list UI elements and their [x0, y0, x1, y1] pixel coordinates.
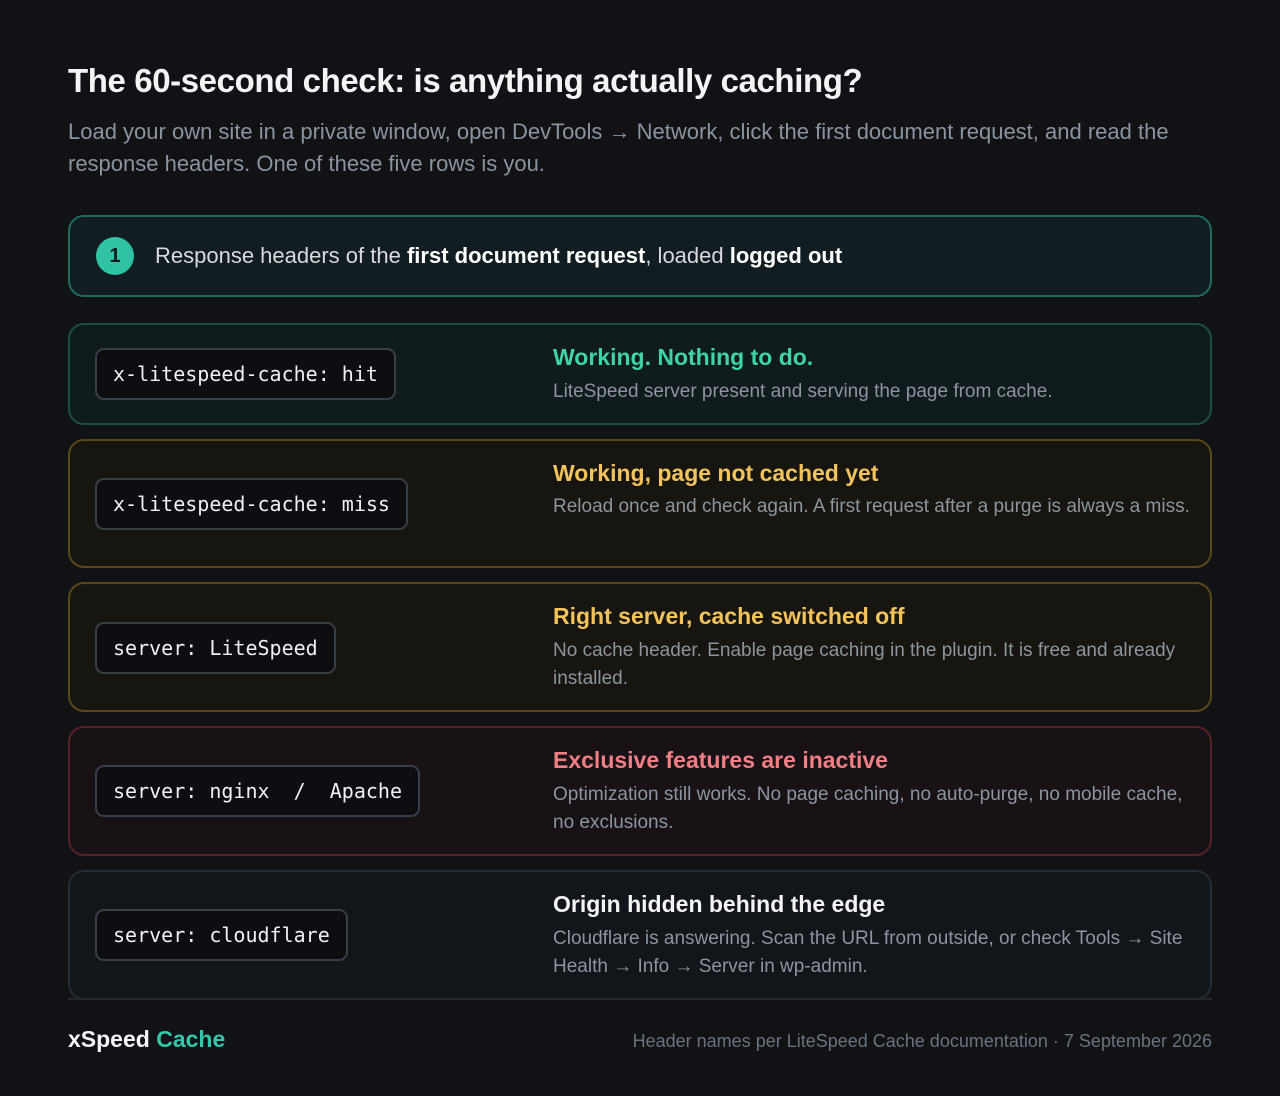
result-heading: Origin hidden behind the edge — [553, 891, 886, 917]
result-heading: Working. Nothing to do. — [553, 344, 814, 370]
page: The 60-second check: is anything actuall… — [0, 0, 1280, 1096]
footer-divider — [68, 998, 1212, 1000]
brand-name: xSpeed — [68, 1026, 150, 1052]
result-heading: Right server, cache switched off — [553, 603, 905, 629]
step-number-badge: 1 — [96, 237, 134, 275]
page-subtitle: Load your own site in a private window, … — [68, 119, 1169, 176]
page-title: The 60-second check: is anything actuall… — [68, 62, 863, 99]
step-text-part: , loaded — [645, 243, 730, 268]
result-row-miss: x-litespeed-cache: miss Working, page no… — [68, 439, 1212, 568]
step-bold-logged-out: logged out — [729, 243, 843, 268]
result-description: Reload once and check again. A first req… — [553, 496, 1190, 517]
header-code-pill: x-litespeed-cache: miss — [95, 478, 408, 530]
result-description: Cloudflare is answering. Scan the URL fr… — [553, 928, 1183, 977]
step-text-part: Response headers of the — [155, 243, 407, 268]
brand-accent: Cache — [156, 1026, 226, 1052]
header-code-pill: server: cloudflare — [95, 909, 348, 961]
result-row-cloudflare: server: cloudflare Origin hidden behind … — [68, 870, 1212, 1000]
result-description: Optimization still works. No page cachin… — [553, 784, 1183, 833]
step-bold-first-request: first document request — [406, 243, 646, 268]
result-description: No cache header. Enable page caching in … — [553, 640, 1176, 689]
result-description: LiteSpeed server present and serving the… — [553, 381, 1053, 402]
result-row-litespeed: server: LiteSpeed Right server, cache sw… — [68, 582, 1212, 712]
result-heading: Working, page not cached yet — [553, 460, 879, 486]
header-code-pill: x-litespeed-cache: hit — [95, 348, 396, 400]
result-heading: Exclusive features are inactive — [553, 747, 888, 773]
brand-logo: xSpeed Cache — [68, 1026, 225, 1053]
result-row-hit: x-litespeed-cache: hit Working. Nothing … — [68, 323, 1212, 425]
step-callout: 1 Response headers of the first document… — [68, 215, 1212, 297]
result-row-nginx-apache: server: nginx / Apache Exclusive feature… — [68, 726, 1212, 856]
footer-source-note: Header names per LiteSpeed Cache documen… — [632, 1031, 1212, 1051]
header-code-pill: server: nginx / Apache — [95, 765, 420, 817]
step-instruction: Response headers of the first document r… — [155, 243, 842, 269]
header-code-pill: server: LiteSpeed — [95, 622, 336, 674]
